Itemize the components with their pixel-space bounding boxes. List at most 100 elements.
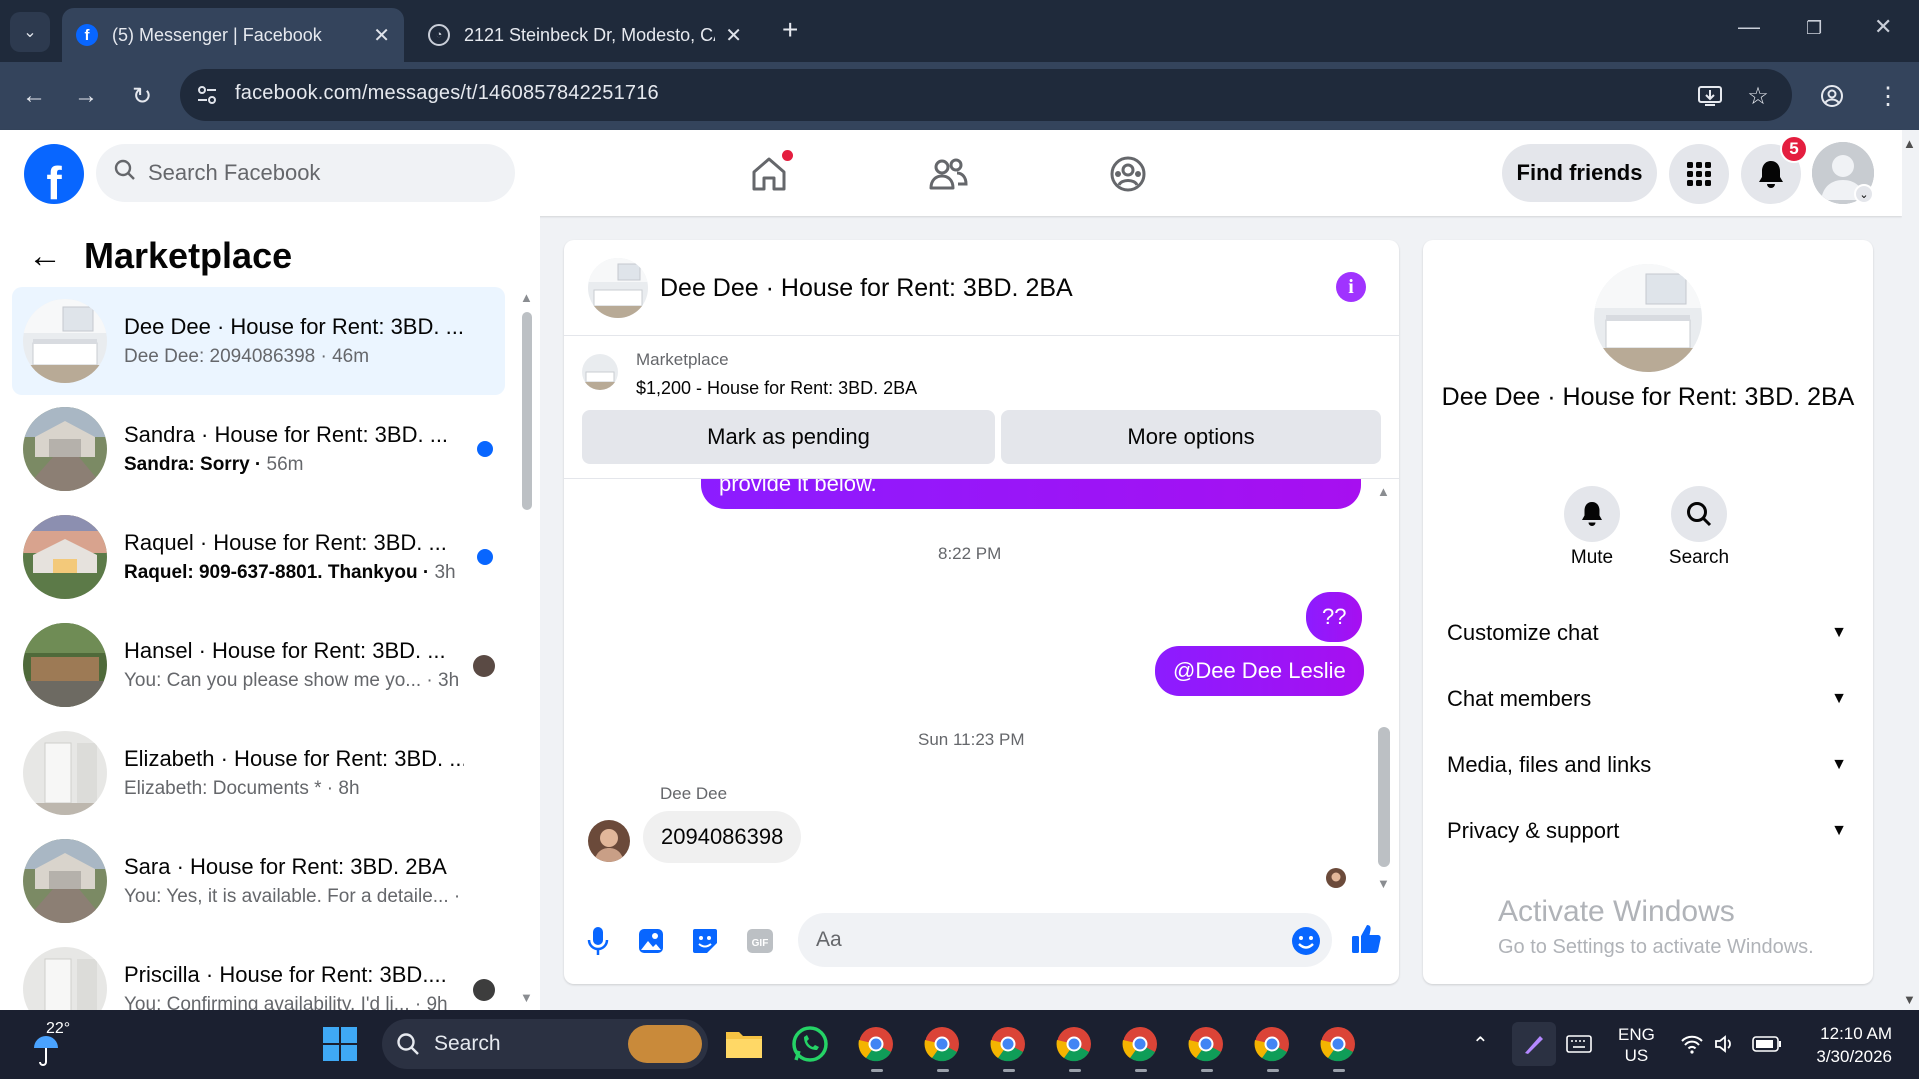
conversation-preview: Raquel: 909-637-8801. Thankyou · 3h [124,562,456,583]
scroll-down-arrow-icon[interactable]: ▼ [1903,992,1916,1007]
facebook-search-input[interactable]: Search Facebook [96,144,515,202]
mark-as-pending-button[interactable]: Mark as pending [582,410,995,464]
profile-icon[interactable] [1814,78,1850,114]
chrome-icon[interactable] [920,1022,964,1066]
chevron-down-icon: ▼ [1831,624,1847,641]
new-tab-button[interactable]: + [782,14,798,46]
incoming-message[interactable]: 2094086398 [643,811,802,863]
conversation-item[interactable]: Elizabeth · House for Rent: 3BD. ... Eli… [12,719,505,827]
scroll-up-arrow-icon[interactable]: ▲ [1377,484,1390,499]
customize-chat-row[interactable]: Customize chat ▼ [1447,613,1847,653]
install-app-icon[interactable] [1692,78,1728,114]
mute-bell-icon[interactable] [1564,486,1620,542]
listing-thumbnail [23,731,107,815]
account-chevron-down-icon[interactable]: ⌄ [1854,184,1874,204]
tab-address[interactable]: ◔ 2121 Steinbeck Dr, Modesto, CA ✕ [414,8,756,62]
clock[interactable]: 12:10 AM 3/30/2026 [1800,1022,1892,1068]
emoji-icon[interactable] [1288,923,1324,959]
back-icon[interactable]: ← [16,78,52,114]
forward-icon[interactable]: → [68,78,104,114]
url-text[interactable]: facebook.com/messages/t/1460857842251716 [235,82,659,105]
keyboard-icon[interactable] [1566,1034,1592,1059]
privacy-support-row[interactable]: Privacy & support ▼ [1447,811,1847,851]
close-tab-icon[interactable]: ✕ [373,23,390,48]
facebook-logo-icon[interactable]: f [24,144,84,204]
scroll-down-arrow-icon[interactable]: ▼ [1377,876,1390,891]
listing-thumbnail[interactable] [582,354,618,390]
chrome-icon[interactable] [1052,1022,1096,1066]
battery-icon[interactable] [1752,1036,1782,1057]
media-files-links-row[interactable]: Media, files and links ▼ [1447,745,1847,785]
sidebar-scrollbar[interactable] [522,312,532,510]
chrome-icon[interactable] [1316,1022,1360,1066]
sticker-icon[interactable] [687,923,723,959]
show-hidden-icons-chevron-icon[interactable]: ⌃ [1472,1032,1489,1057]
conversation-name: Priscilla · House for Rent: 3BD.... [124,962,447,987]
photo-icon[interactable] [633,923,669,959]
wifi-icon[interactable] [1680,1034,1704,1059]
message-input[interactable]: Aa [798,913,1332,967]
like-thumb-icon[interactable] [1348,921,1384,957]
chat-avatar[interactable] [588,258,648,318]
volume-icon[interactable] [1714,1034,1736,1059]
chat-info-avatar [1594,264,1702,372]
reload-icon[interactable]: ↻ [124,78,160,114]
chrome-icon[interactable] [854,1022,898,1066]
outgoing-message[interactable]: ?? [1306,592,1363,642]
microphone-icon[interactable] [580,923,616,959]
conversation-item[interactable]: Priscilla · House for Rent: 3BD.... You:… [12,935,505,1010]
scroll-up-arrow-icon[interactable]: ▲ [520,290,533,305]
conversation-item[interactable]: Sandra · House for Rent: 3BD. ... Sandra… [12,395,505,503]
groups-icon[interactable] [1102,148,1154,200]
conversation-preview: Dee Dee: 2094086398 · 46m [124,346,370,367]
outgoing-message[interactable]: @Dee Dee Leslie [1155,646,1364,696]
language-indicator[interactable]: ENG US [1618,1024,1655,1066]
restore-icon[interactable]: ❐ [1806,18,1822,39]
outgoing-message[interactable]: provide it below. [701,479,1361,509]
chat-title[interactable]: Dee Dee · House for Rent: 3BD. 2BA [660,274,1073,303]
scroll-down-arrow-icon[interactable]: ▼ [520,990,533,1005]
whatsapp-icon[interactable] [788,1022,832,1066]
chrome-icon[interactable] [1118,1022,1162,1066]
tab-title: (5) Messenger | Facebook [112,24,322,45]
info-icon[interactable]: i [1336,272,1366,302]
search-in-chat-icon[interactable] [1671,486,1727,542]
listing-title[interactable]: $1,200 - House for Rent: 3BD. 2BA [636,378,917,399]
close-window-icon[interactable]: ✕ [1874,14,1892,40]
pen-tray-icon[interactable] [1512,1022,1556,1066]
site-info-icon[interactable] [194,82,220,108]
conversation-item[interactable]: Sara · House for Rent: 3BD. 2BA You: Yes… [12,827,505,935]
sender-avatar[interactable] [588,820,630,862]
minimize-icon[interactable]: — [1738,14,1760,40]
activate-windows-subtext: Go to Settings to activate Windows. [1498,936,1814,958]
search-label[interactable]: Search [1649,547,1749,569]
tab-messenger[interactable]: f (5) Messenger | Facebook ✕ [62,8,404,62]
chrome-icon[interactable] [1184,1022,1228,1066]
close-tab-icon[interactable]: ✕ [725,23,742,48]
page-scrollbar[interactable] [1902,130,1919,1010]
back-arrow-icon[interactable]: ← [28,237,62,276]
conversation-item[interactable]: Dee Dee · House for Rent: 3BD. ... Dee D… [12,287,505,395]
running-indicator [1333,1069,1345,1072]
taskbar-search-label: Search [434,1032,501,1055]
conversation-item[interactable]: Hansel · House for Rent: 3BD. ... You: C… [12,611,505,719]
weather-temperature[interactable]: 22° [46,1020,70,1038]
menu-grid-icon[interactable] [1669,144,1729,204]
more-options-button[interactable]: More options [1001,410,1381,464]
chrome-icon[interactable] [1250,1022,1294,1066]
scroll-up-arrow-icon[interactable]: ▲ [1903,136,1916,151]
chat-members-row[interactable]: Chat members ▼ [1447,679,1847,719]
start-windows-icon[interactable] [322,1026,358,1067]
chrome-icon[interactable] [986,1022,1030,1066]
taskbar-search[interactable]: Search [382,1019,708,1069]
chat-scrollbar[interactable] [1378,727,1390,867]
tab-search-button[interactable]: ⌄ [10,12,50,52]
bookmark-star-icon[interactable]: ☆ [1740,78,1776,114]
file-explorer-icon[interactable] [722,1022,766,1066]
conversation-item[interactable]: Raquel · House for Rent: 3BD. ... Raquel… [12,503,505,611]
browser-menu-icon[interactable]: ⋮ [1870,78,1906,114]
find-friends-button[interactable]: Find friends [1502,144,1657,202]
gif-icon[interactable]: GIF [742,923,778,959]
friends-icon[interactable] [922,148,974,200]
mute-label[interactable]: Mute [1542,547,1642,569]
